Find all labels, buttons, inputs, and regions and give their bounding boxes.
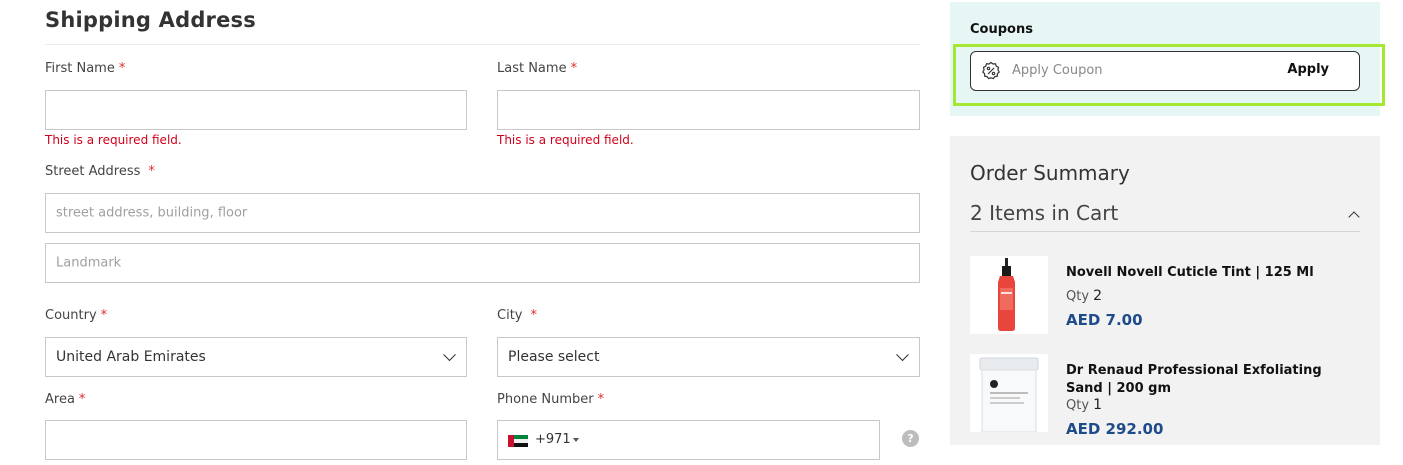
coupon-input[interactable]: Apply Coupon Apply — [970, 51, 1360, 91]
chevron-down-icon — [896, 348, 909, 362]
qty-label: Qty — [1066, 289, 1090, 304]
product-image[interactable] — [970, 256, 1048, 334]
product-image[interactable] — [970, 354, 1048, 433]
dial-code[interactable]: +971 — [535, 432, 571, 447]
product-price: AED 292.00 — [1066, 420, 1164, 438]
coupons-title: Coupons — [970, 22, 1033, 37]
uae-flag-icon[interactable] — [508, 435, 528, 447]
country-label: Country * — [45, 308, 107, 323]
first-name-label: First Name * — [45, 61, 125, 76]
cart-item: Novell Novell Cuticle Tint | 125 Ml Qty … — [970, 256, 1360, 336]
qty-value: 1 — [1093, 397, 1103, 413]
first-name-input[interactable] — [45, 90, 467, 130]
product-qty: Qty 1 — [1066, 397, 1102, 413]
coupons-panel: Coupons Apply Coupon Apply — [950, 2, 1385, 116]
first-name-error: This is a required field. — [45, 133, 182, 147]
first-name-label-text: First Name — [45, 61, 115, 76]
required-mark: * — [597, 392, 605, 407]
shipping-address-section: Shipping Address First Name * This is a r… — [45, 0, 920, 465]
phone-input[interactable]: +971 — [497, 420, 880, 460]
required-mark: * — [148, 164, 155, 179]
street-address-label: Street Address * — [45, 164, 155, 179]
landmark-input[interactable]: Landmark — [45, 243, 920, 283]
street-address-input[interactable]: street address, building, floor — [45, 193, 920, 233]
phone-label: Phone Number * — [497, 392, 604, 407]
product-qty: Qty 2 — [1066, 288, 1102, 304]
phone-label-text: Phone Number — [497, 392, 594, 407]
chevron-up-icon[interactable] — [1348, 211, 1360, 223]
product-price: AED 7.00 — [1066, 311, 1143, 329]
landmark-placeholder: Landmark — [56, 255, 122, 271]
last-name-input[interactable] — [497, 90, 920, 130]
city-label-text: City — [497, 308, 523, 323]
order-summary-title: Order Summary — [970, 161, 1130, 185]
coupon-placeholder: Apply Coupon — [1012, 63, 1103, 78]
street-address-label-text: Street Address — [45, 164, 141, 179]
country-select[interactable]: United Arab Emirates — [45, 337, 467, 377]
country-label-text: Country — [45, 308, 97, 323]
chevron-down-icon — [443, 348, 456, 362]
shipping-address-title: Shipping Address — [45, 8, 256, 32]
product-name[interactable]: Novell Novell Cuticle Tint | 125 Ml — [1066, 264, 1356, 282]
product-bottle-image — [998, 258, 1015, 331]
product-name[interactable]: Dr Renaud Professional Exfoliating Sand … — [1066, 362, 1356, 398]
area-label-text: Area — [45, 392, 75, 407]
caret-down-icon[interactable] — [573, 438, 579, 442]
required-mark: * — [100, 308, 108, 323]
last-name-label: Last Name * — [497, 61, 577, 76]
required-mark: * — [570, 61, 578, 76]
street-address-placeholder: street address, building, floor — [56, 205, 248, 221]
title-divider — [45, 44, 920, 45]
city-value: Please select — [508, 349, 600, 365]
apply-coupon-button[interactable]: Apply — [1287, 62, 1329, 77]
required-mark: * — [118, 61, 126, 76]
city-label: City * — [497, 308, 537, 323]
city-select[interactable]: Please select — [497, 337, 920, 377]
order-summary-panel: Order Summary 2 Items in Cart Novell Nov… — [950, 136, 1380, 445]
area-input[interactable] — [45, 420, 467, 460]
qty-value: 2 — [1093, 288, 1103, 304]
country-value: United Arab Emirates — [56, 349, 206, 365]
help-icon[interactable]: ? — [902, 430, 919, 447]
required-mark: * — [530, 308, 537, 323]
discount-badge-icon — [982, 61, 1000, 80]
qty-label: Qty — [1066, 398, 1090, 413]
last-name-label-text: Last Name — [497, 61, 567, 76]
product-jar-image — [979, 357, 1039, 433]
area-label: Area * — [45, 392, 85, 407]
required-mark: * — [78, 392, 86, 407]
items-in-cart-toggle[interactable]: 2 Items in Cart — [970, 201, 1118, 225]
cart-item: Dr Renaud Professional Exfoliating Sand … — [970, 354, 1360, 444]
last-name-error: This is a required field. — [497, 133, 634, 147]
summary-divider — [970, 231, 1360, 232]
